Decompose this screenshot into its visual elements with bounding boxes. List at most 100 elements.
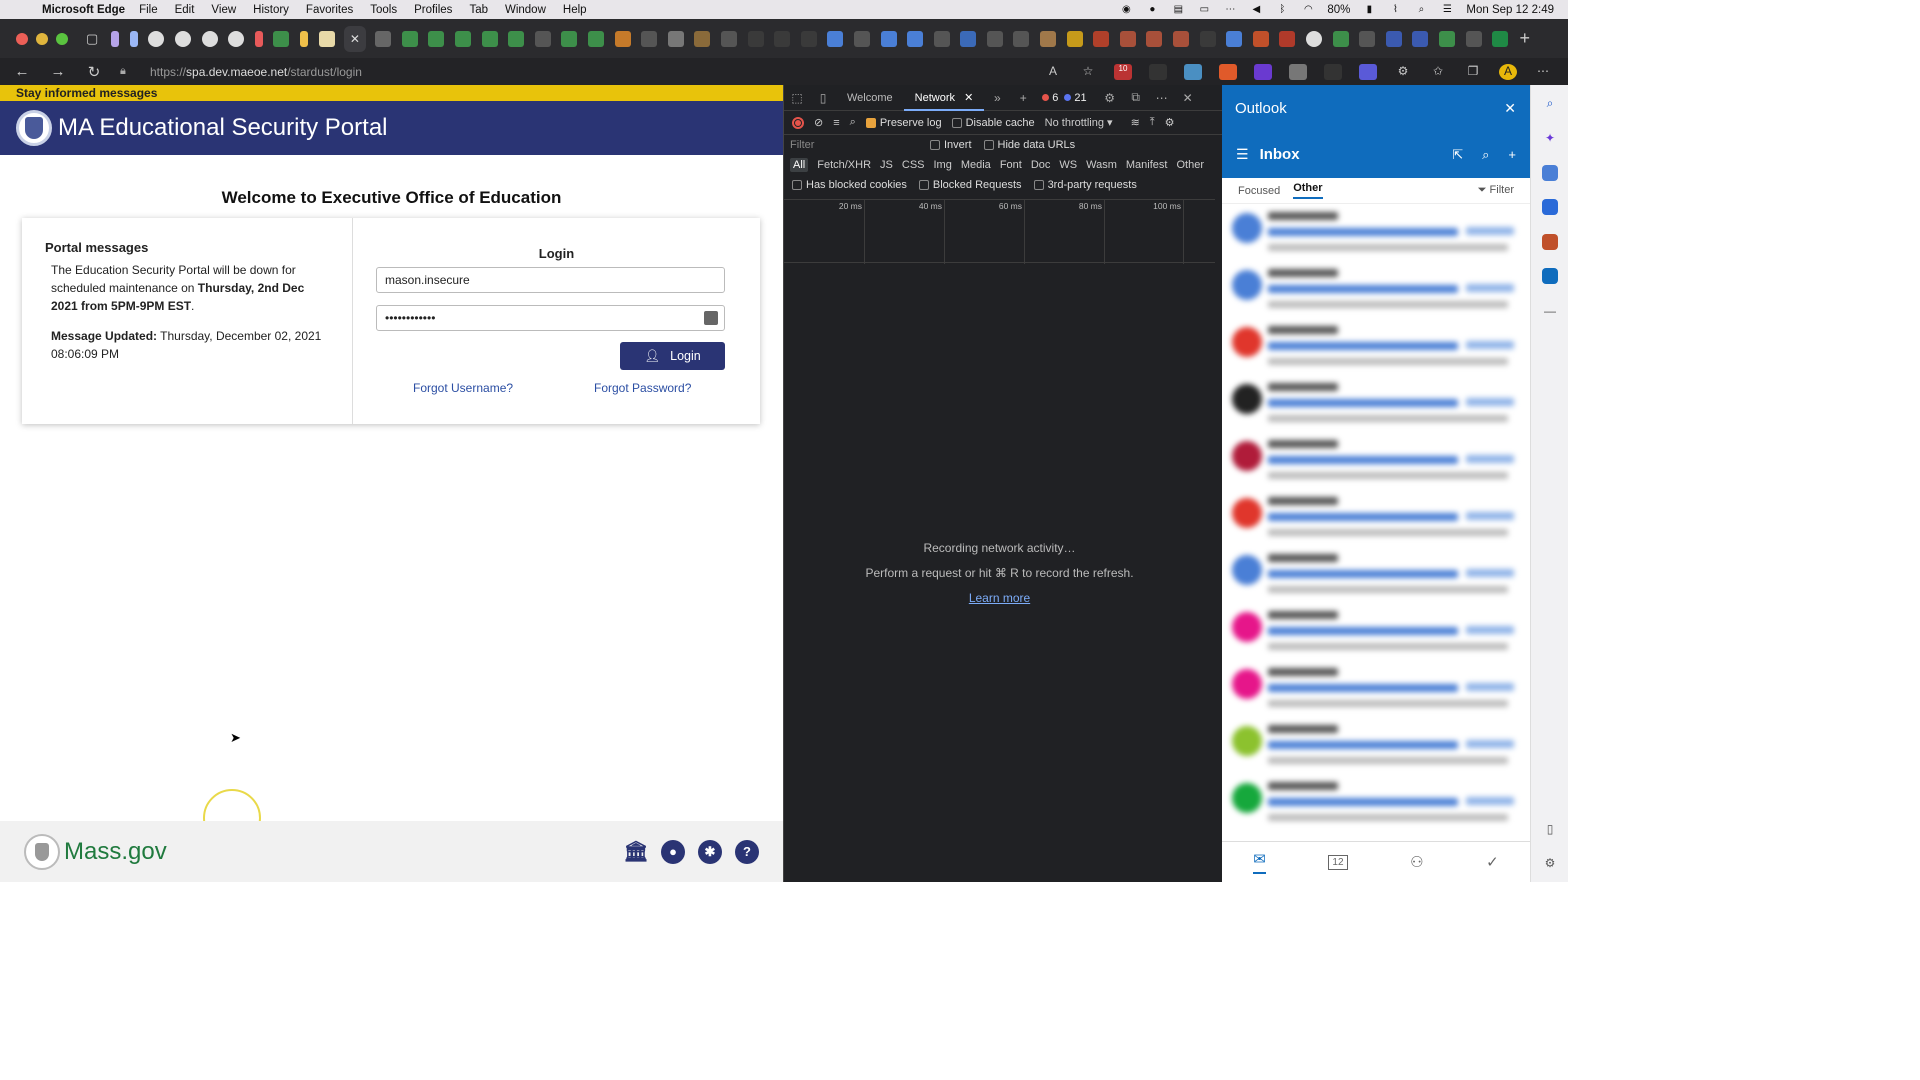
add-tab-icon[interactable]: + [1010, 91, 1036, 105]
tab-favicon[interactable] [561, 30, 578, 47]
tab-favicon[interactable] [1119, 30, 1136, 47]
menu-tab[interactable]: Tab [469, 4, 488, 16]
extension-icon[interactable] [1359, 63, 1377, 80]
extension-icon[interactable] [1219, 63, 1237, 80]
tab-favicon[interactable] [1385, 30, 1402, 47]
tab-actions-icon[interactable]: ▢ [86, 31, 106, 47]
massachusetts-seal-icon[interactable] [24, 833, 60, 870]
tab-network[interactable]: Network ✕ [903, 85, 985, 111]
tab-favicon[interactable] [1252, 30, 1269, 47]
type-filter-media[interactable]: Media [961, 159, 991, 171]
invert-checkbox[interactable]: Invert [930, 139, 972, 151]
mail-item[interactable] [1222, 491, 1530, 548]
mail-item[interactable] [1222, 548, 1530, 605]
import-har-icon[interactable]: ⤒ [1150, 116, 1155, 129]
calendar-icon[interactable]: 12 [1328, 854, 1348, 870]
github-icon[interactable] [201, 30, 218, 47]
tab-favicon[interactable] [1013, 30, 1030, 47]
record-icon[interactable]: ◉ [1119, 4, 1133, 16]
network-conditions-icon[interactable]: ≋ [1131, 116, 1140, 129]
outlook-icon[interactable] [1542, 268, 1558, 284]
minus-icon[interactable]: — [1542, 303, 1558, 319]
control-center-icon[interactable]: ☰ [1440, 4, 1454, 16]
todo-icon[interactable]: ✓ [1486, 853, 1499, 871]
extension-icon[interactable] [1289, 63, 1307, 80]
tab-favicon[interactable] [641, 30, 658, 47]
more-tabs-icon[interactable]: » [984, 91, 1010, 105]
mail-item[interactable] [1222, 263, 1530, 320]
mail-item[interactable] [1222, 776, 1530, 833]
menu-history[interactable]: History [253, 4, 289, 16]
tab-favicon[interactable] [747, 30, 764, 47]
bluetooth-icon[interactable]: ᛒ [1275, 4, 1289, 16]
type-filter-font[interactable]: Font [1000, 159, 1022, 171]
extension-icon[interactable] [1254, 63, 1272, 80]
activity-icon[interactable]: ⋯ [1223, 4, 1237, 16]
github-icon[interactable] [228, 30, 245, 47]
tab-favicon[interactable] [481, 30, 498, 47]
tab-favicon[interactable] [1226, 30, 1243, 47]
mail-item[interactable] [1222, 662, 1530, 719]
tab-favicon[interactable] [1199, 30, 1216, 47]
new-mail-icon[interactable]: + [1508, 147, 1516, 163]
tab-favicon[interactable] [1279, 30, 1296, 47]
tab-favicon[interactable] [1412, 30, 1429, 47]
volume-icon[interactable]: ◀ [1249, 4, 1263, 16]
stay-informed-banner[interactable]: Stay informed messages [0, 85, 783, 101]
menu-app-name[interactable]: Microsoft Edge [42, 4, 125, 16]
favorites-icon[interactable]: ✩ [1429, 64, 1447, 80]
github-icon[interactable] [175, 30, 192, 47]
type-filter-all[interactable]: All [790, 158, 809, 172]
mail-item[interactable] [1222, 206, 1530, 263]
menu-view[interactable]: View [211, 4, 236, 16]
tab-favicon[interactable] [318, 30, 335, 47]
extensions-icon[interactable]: ⚙ [1394, 64, 1412, 80]
tab-favicon[interactable] [907, 30, 924, 47]
search-icon[interactable]: ⌕ [850, 116, 856, 129]
forgot-username-link[interactable]: Forgot Username? [413, 381, 513, 395]
tab-welcome[interactable]: Welcome [836, 85, 904, 111]
github-icon[interactable] [148, 30, 165, 47]
extension-icon[interactable] [1184, 63, 1202, 80]
tab-favicon[interactable] [986, 30, 1003, 47]
menu-edit[interactable]: Edit [175, 4, 195, 16]
account-icon[interactable]: ● [661, 839, 685, 864]
menu-file[interactable]: File [139, 4, 158, 16]
tab-favicon[interactable] [853, 30, 870, 47]
disable-cache-checkbox[interactable]: Disable cache [951, 117, 1035, 129]
government-building-icon[interactable]: 🏛︎ [623, 840, 648, 864]
tab-favicon[interactable] [508, 30, 525, 47]
headphones-icon[interactable]: ◠ [1301, 4, 1315, 16]
tab-other[interactable]: Other [1293, 182, 1323, 199]
office-icon[interactable] [1542, 234, 1558, 250]
settings-icon[interactable]: ⚙ [1097, 91, 1123, 105]
mail-item[interactable] [1222, 377, 1530, 434]
tab-favicon[interactable] [1040, 30, 1057, 47]
zoom-window-button[interactable] [56, 32, 68, 45]
learn-more-link[interactable]: Learn more [784, 591, 1215, 605]
tab-favicon[interactable] [455, 30, 472, 47]
excel-icon[interactable] [1492, 30, 1509, 47]
status-icon[interactable]: ● [1145, 4, 1159, 16]
hide-data-urls-checkbox[interactable]: Hide data URLs [983, 139, 1075, 151]
close-devtools-icon[interactable]: ✕ [1175, 91, 1201, 105]
tab-favicon[interactable] [667, 30, 684, 47]
extension-icon[interactable]: 10 [1114, 63, 1132, 80]
github-icon[interactable] [1306, 30, 1323, 47]
blocked-requests-checkbox[interactable]: Blocked Requests [918, 179, 1022, 191]
back-icon[interactable]: ← [4, 63, 40, 80]
type-filter-wasm[interactable]: Wasm [1086, 159, 1117, 171]
shopping-icon[interactable] [1542, 165, 1558, 181]
printer-icon[interactable]: ▤ [1171, 4, 1185, 16]
menu-profiles[interactable]: Profiles [414, 4, 452, 16]
throttling-select[interactable]: No throttling ▾ [1045, 116, 1113, 129]
copilot-icon[interactable]: ✦ [1542, 130, 1558, 146]
filter-button[interactable]: ⏷ Filter [1478, 184, 1514, 197]
tab-favicon[interactable] [933, 30, 950, 47]
password-manager-icon[interactable] [704, 311, 718, 325]
clear-icon[interactable]: ⊘ [814, 116, 823, 129]
forgot-password-link[interactable]: Forgot Password? [594, 381, 691, 395]
menu-help[interactable]: Help [563, 4, 587, 16]
tools-icon[interactable] [1542, 199, 1558, 215]
has-blocked-cookies-checkbox[interactable]: Has blocked cookies [792, 179, 907, 191]
